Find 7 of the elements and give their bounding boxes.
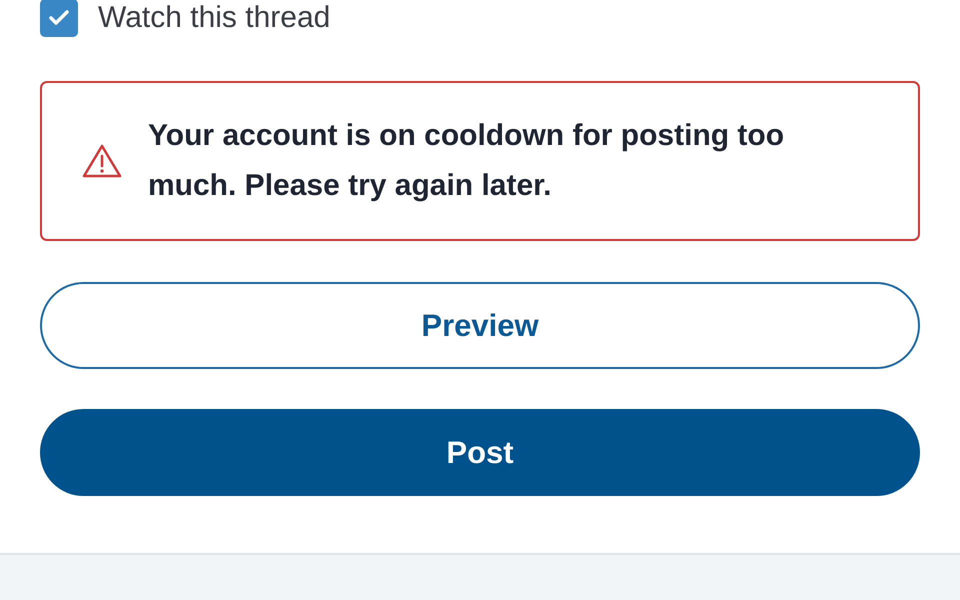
checkbox-label: Watch this thread bbox=[98, 1, 330, 35]
checkmark-icon bbox=[49, 10, 69, 26]
post-button[interactable]: Post bbox=[40, 409, 920, 496]
error-message: Your account is on cooldown for posting too much. Please try again later. bbox=[148, 118, 786, 204]
warning-icon bbox=[82, 144, 122, 178]
checkbox[interactable] bbox=[40, 0, 78, 37]
preview-button[interactable]: Preview bbox=[40, 282, 920, 369]
